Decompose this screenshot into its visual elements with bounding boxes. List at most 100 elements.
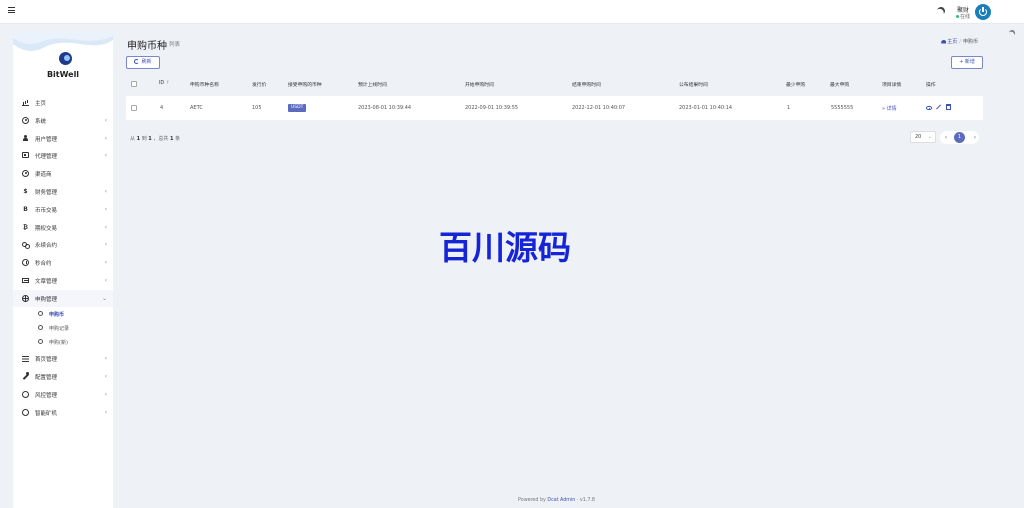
sidebar-item[interactable]: 主页 [13,94,113,111]
circle-icon [38,338,43,344]
cell-start-time: 2022-09-01 10:39:55 [465,105,519,111]
column-header-end-time: 结束申购时间 [572,83,601,88]
column-header-price: 发行价 [252,83,267,88]
sidebar-subitem[interactable]: 申购币 [13,307,113,321]
edit-icon[interactable] [935,104,941,110]
column-header-min: 最少申购 [786,83,806,88]
column-header-name: 申购币种名称 [190,83,219,88]
column-header-id[interactable]: ID ↑ [159,81,170,86]
sidebar-item-label: 主页 [35,101,47,107]
detail-link[interactable]: » 详情 [882,105,897,112]
breadcrumb-current: 申购币 [962,39,978,45]
next-page-button[interactable]: › [971,134,979,141]
sidebar-item[interactable]: 配置管理 ‹ [13,368,113,385]
page-button-current[interactable]: 1 [954,132,965,143]
brand-name: BitWell [46,70,80,79]
chevron-left-icon: ‹ [104,408,107,416]
status-badge: USDT [288,104,307,112]
sidebar-item[interactable]: ₿ 期权交易 ‹ [13,219,113,236]
chevron-left-icon: ‹ [104,188,107,195]
sidebar-item[interactable]: 文章管理 ‹ [13,272,113,289]
sort-icon[interactable]: ↑ [166,81,170,86]
clock-icon [22,259,29,267]
crosshair-icon [22,294,29,302]
page-title: 申购币种 [127,41,167,52]
row-checkbox[interactable] [131,105,137,111]
sidebar-item[interactable]: B 币币交易 ‹ [13,201,113,218]
list-icon [22,355,29,362]
chevron-left-icon: ‹ [104,134,107,142]
column-header-detail: 项目详情 [882,83,902,88]
breadcrumb: 主页 / 申购币 [941,38,978,45]
cell-result-time: 2023-01-01 10:40:14 [679,105,733,111]
circle-icon [22,390,29,398]
refresh-button[interactable]: 刷新 [126,56,160,69]
home-icon [941,39,947,44]
sidebar-item[interactable]: 永续合约 ‹ [13,236,113,253]
sidebar-item-label: 配置管理 [35,374,58,381]
sidebar-item[interactable]: 智能矿机 ‹ [13,404,113,421]
footer: Powered by Dcat Admin · v1.7.8 [518,498,595,503]
gear-icon [22,116,29,124]
cell-listing-time: 2023-08-01 10:39:44 [358,105,412,111]
cell-name: AETC [190,105,203,111]
sidebar-item[interactable]: 秒合约 ‹ [13,254,113,271]
user-status: 在线 [956,13,970,20]
menu-toggle-icon[interactable] [8,7,15,13]
sidebar-item-label: 永续合约 [35,243,58,250]
pagination: ‹ 1 › [940,131,979,144]
bitcoin-circle-icon: ₿ [23,223,28,231]
sidebar-subitem[interactable]: 申购(新) [13,335,113,349]
sidebar-item[interactable]: 代理管理 ‹ [13,147,113,164]
theme-toggle-icon[interactable] [1008,29,1016,37]
sidebar-item-label: 代理管理 [35,154,58,161]
chevron-left-icon: ‹ [104,372,107,380]
cell-max: 5555555 [831,105,854,111]
avatar[interactable] [975,4,991,20]
sidebar-item[interactable]: 系统 ‹ [13,112,113,129]
sidebar-item-label: 风控管理 [35,392,58,399]
sidebar-item-label: 文章管理 [35,279,58,285]
chevron-left-icon: ‹ [104,223,107,231]
column-header-start-time: 开始申购时间 [465,83,494,88]
sidebar-subitem-label: 申购记录 [49,325,70,332]
select-all-checkbox[interactable] [131,81,137,87]
sidebar-item[interactable]: 渠道商 [13,165,113,182]
chevron-down-icon: ⌄ [927,134,932,140]
bar-chart-icon [22,99,29,106]
column-header-listing-time: 预计上线时间 [358,83,387,88]
chevron-left-icon: ‹ [104,259,107,267]
chevron-left-icon: ‹ [104,205,107,213]
chevron-left-icon: ‹ [104,116,107,124]
link-icon [22,241,30,250]
sidebar: BitWell 主页 系统 ‹ 用户管理 ‹ 代理管理 ‹ 渠道商 $ 财务管理 ‹ B 币币交易 ‹ ₿ 期… [13,32,113,508]
sidebar-item-label: 币币交易 [35,207,58,214]
sidebar-subitem[interactable]: 申购记录 [13,321,113,335]
sidebar-item[interactable]: 用户管理 ‹ [13,130,113,147]
sidebar-item-label: 智能矿机 [35,410,58,417]
pagination-summary: 从 1 到 1 ，总共 1 条 [130,136,181,142]
sidebar-item[interactable]: 申购管理 ⌄ [13,289,113,307]
sidebar-item[interactable]: 风控管理 ‹ [13,386,113,403]
prev-page-button[interactable]: ‹ [942,134,950,141]
chevron-left-icon: ‹ [104,241,107,249]
dark-mode-icon[interactable] [936,6,947,17]
page-size-select[interactable]: 20 ⌄ [910,131,936,143]
chevron-left-icon: ‹ [104,152,107,160]
breadcrumb-home[interactable]: 主页 [941,39,957,45]
chevron-down-icon: ⌄ [101,294,107,302]
dollar-icon: $ [23,188,28,195]
column-header-result-time: 公布结果时间 [679,83,708,88]
circle-icon [38,310,43,316]
view-icon[interactable] [926,106,932,110]
delete-icon[interactable] [946,104,951,110]
sidebar-item[interactable]: 首页管理 ‹ [13,350,113,367]
circle-icon [38,324,43,330]
sidebar-item[interactable]: $ 财务管理 ‹ [13,183,113,200]
circle-icon [22,408,29,416]
cell-min: 1 [787,105,791,111]
sidebar-item-label: 期权交易 [35,225,58,232]
sidebar-item-label: 用户管理 [35,136,58,143]
footer-brand-link[interactable]: Dcat Admin [547,498,575,503]
add-button[interactable]: + 新增 [951,56,983,69]
